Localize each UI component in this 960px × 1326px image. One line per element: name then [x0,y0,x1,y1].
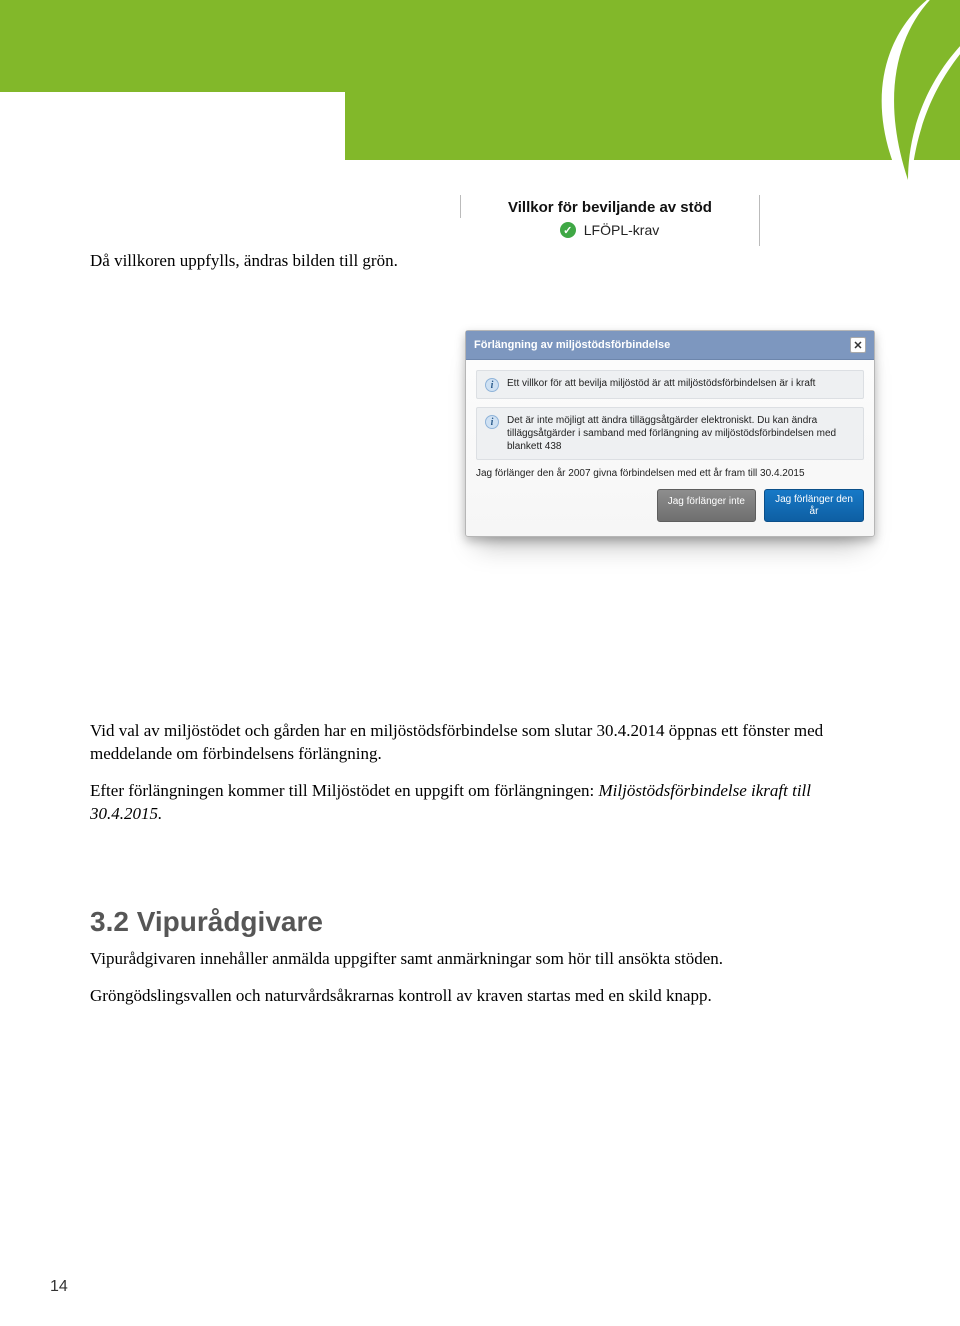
body-p2: Efter förlängningen kommer till Miljöstö… [90,780,870,826]
body-p1: Vid val av miljöstödet och gården har en… [90,720,870,766]
dialog-titlebar: Förlängning av miljöstödsförbindelse ✕ [466,331,874,360]
btn-extend[interactable]: Jag förlänger den år [764,489,864,522]
conditions-snippet: Villkor för beviljande av stöd ✓ LFÖPL-k… [460,195,760,246]
leaf-decoration [820,0,960,225]
section-heading: 3.2 Vipurådgivare [90,906,870,938]
dialog-subtext: Jag förlänger den år 2007 givna förbinde… [476,468,864,479]
conditions-title: Villkor för beviljande av stöd [460,195,760,218]
dialog-info-1-text: Ett villkor för att bevilja miljöstöd är… [507,377,815,392]
dialog-screenshot: Förlängning av miljöstödsförbindelse ✕ i… [465,330,875,537]
dialog-info-2: i Det är inte möjligt att ändra tilläggs… [476,407,864,460]
dialog-info-2-text: Det är inte möjligt att ändra tilläggsåt… [507,414,855,453]
page-number: 14 [50,1278,68,1296]
close-icon[interactable]: ✕ [850,337,866,353]
dialog-info-1: i Ett villkor för att bevilja miljöstöd … [476,370,864,399]
intro-text: Då villkoren uppfylls, ändras bilden til… [90,250,420,273]
body-p2a: Efter förlängningen kommer till Miljöstö… [90,781,598,800]
conditions-item: ✓ LFÖPL-krav [460,218,760,246]
conditions-item-label: LFÖPL-krav [584,222,659,238]
body-p3: Vipurådgivaren innehåller anmälda uppgif… [90,948,870,971]
btn-not-extend[interactable]: Jag förlänger inte [657,489,756,522]
header-white-inset [0,92,345,162]
info-icon: i [485,378,499,392]
body-p4: Gröngödslingsvallen och naturvårdsåkrarn… [90,985,870,1008]
dialog-title: Förlängning av miljöstödsförbindelse [474,339,670,351]
check-icon: ✓ [560,222,576,238]
info-icon: i [485,415,499,429]
